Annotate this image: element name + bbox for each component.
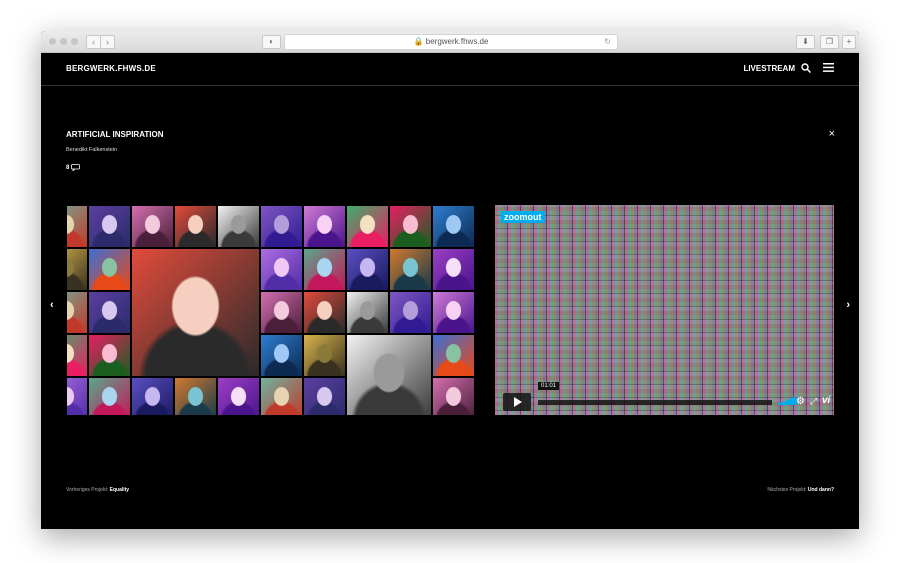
artwork-thumbnail: [304, 378, 345, 415]
artwork-thumbnail: [218, 378, 259, 415]
artwork-thumbnail: [304, 206, 345, 247]
page: BERGWERK.FHWS.DE LIVESTREAM ARTIFICIAL I…: [41, 53, 859, 529]
artwork-thumbnail: [132, 378, 173, 415]
artwork-thumbnail: [67, 249, 87, 290]
next-slide-arrow-icon[interactable]: ›: [846, 299, 850, 311]
next-project-link[interactable]: Nächstes Projekt: Und dann?: [767, 487, 834, 493]
site-header: BERGWERK.FHWS.DE LIVESTREAM: [41, 53, 859, 86]
close-window-dot[interactable]: [49, 38, 56, 45]
comment-count[interactable]: 8: [66, 164, 81, 171]
play-button[interactable]: [503, 393, 531, 411]
volume-icon[interactable]: ▂▃▅▇: [778, 397, 797, 405]
vimeo-logo[interactable]: vi: [822, 395, 830, 406]
lock-icon: 🔒: [413, 37, 424, 46]
prev-slide-arrow-icon[interactable]: ‹: [50, 299, 54, 311]
artwork-thumbnail: [304, 335, 345, 376]
artwork-thumbnail: [67, 335, 87, 376]
artwork-thumbnail: [433, 335, 474, 376]
artwork-thumbnail: [175, 378, 216, 415]
video-progress-bar[interactable]: [538, 400, 772, 405]
site-logo[interactable]: BERGWERK.FHWS.DE: [66, 64, 156, 73]
settings-gear-icon[interactable]: ⚙: [796, 396, 805, 407]
artwork-thumbnail: [218, 206, 259, 247]
artwork-thumbnail: [89, 292, 130, 333]
artwork-thumbnail: [304, 292, 345, 333]
video-title-badge: zoomout: [501, 211, 545, 223]
fullscreen-icon[interactable]: ⤢: [810, 396, 817, 407]
close-icon[interactable]: ×: [829, 128, 835, 140]
browser-window: ‹ › ◐ 🔒 bergwerk.fhws.de ↻ ⬇ ❐ + BERGWER…: [41, 31, 859, 529]
video-controls: 01:01 ▂▃▅▇ ⚙ ⤢ vi: [495, 382, 834, 415]
project-author: Benedikt Falkenstein: [66, 147, 118, 153]
artwork-thumbnail: [433, 378, 474, 415]
project-title: ARTIFICIAL INSPIRATION: [66, 130, 164, 139]
shield-icon[interactable]: ◐: [262, 35, 281, 49]
video-player[interactable]: zoomout 01:01 ▂▃▅▇ ⚙ ⤢ vi: [495, 205, 834, 415]
previous-project-link[interactable]: Vorheriges Projekt: Equality: [66, 487, 129, 493]
reload-icon[interactable]: ↻: [604, 35, 611, 49]
minimize-window-dot[interactable]: [60, 38, 67, 45]
artwork-thumbnail: [89, 249, 130, 290]
forward-arrow-icon[interactable]: ›: [100, 35, 115, 49]
artwork-image-grid: [67, 205, 477, 415]
play-icon: [514, 397, 522, 407]
artwork-thumbnail: [175, 206, 216, 247]
video-time: 01:01: [538, 382, 560, 390]
artwork-thumbnail: [433, 292, 474, 333]
artwork-thumbnail: [347, 206, 388, 247]
comment-icon: [71, 164, 81, 171]
artwork-thumbnail: [89, 378, 130, 415]
address-bar[interactable]: 🔒 bergwerk.fhws.de ↻: [284, 34, 618, 50]
artwork-thumbnail: [347, 292, 388, 333]
artwork-featured-large: [132, 249, 259, 376]
url-text: bergwerk.fhws.de: [425, 37, 489, 46]
zoom-window-dot[interactable]: [71, 38, 78, 45]
artwork-thumbnail: [261, 378, 302, 415]
artwork-thumbnail: [67, 206, 87, 247]
artwork-thumbnail: [89, 206, 130, 247]
artwork-thumbnail: [261, 292, 302, 333]
livestream-link[interactable]: LIVESTREAM: [743, 64, 795, 73]
artwork-thumbnail: [390, 292, 431, 333]
artwork-thumbnail: [390, 206, 431, 247]
artwork-thumbnail: [304, 249, 345, 290]
new-tab-icon[interactable]: +: [842, 35, 856, 49]
artwork-thumbnail: [67, 378, 87, 415]
menu-icon[interactable]: [823, 63, 834, 72]
artwork-thumbnail: [132, 206, 173, 247]
artwork-thumbnail: [433, 249, 474, 290]
artwork-thumbnail: [67, 292, 87, 333]
search-icon[interactable]: [801, 63, 811, 73]
artwork-thumbnail: [347, 249, 388, 290]
artwork-featured-medium: [347, 335, 431, 415]
artwork-thumbnail: [89, 335, 130, 376]
artwork-thumbnail: [261, 249, 302, 290]
artwork-thumbnail: [390, 249, 431, 290]
download-icon[interactable]: ⬇: [796, 35, 815, 49]
browser-toolbar: ‹ › ◐ 🔒 bergwerk.fhws.de ↻ ⬇ ❐ +: [41, 31, 859, 53]
artwork-thumbnail: [261, 206, 302, 247]
back-arrow-icon[interactable]: ‹: [86, 35, 101, 49]
artwork-thumbnail: [433, 206, 474, 247]
tabs-icon[interactable]: ❐: [820, 35, 839, 49]
artwork-thumbnail: [261, 335, 302, 376]
